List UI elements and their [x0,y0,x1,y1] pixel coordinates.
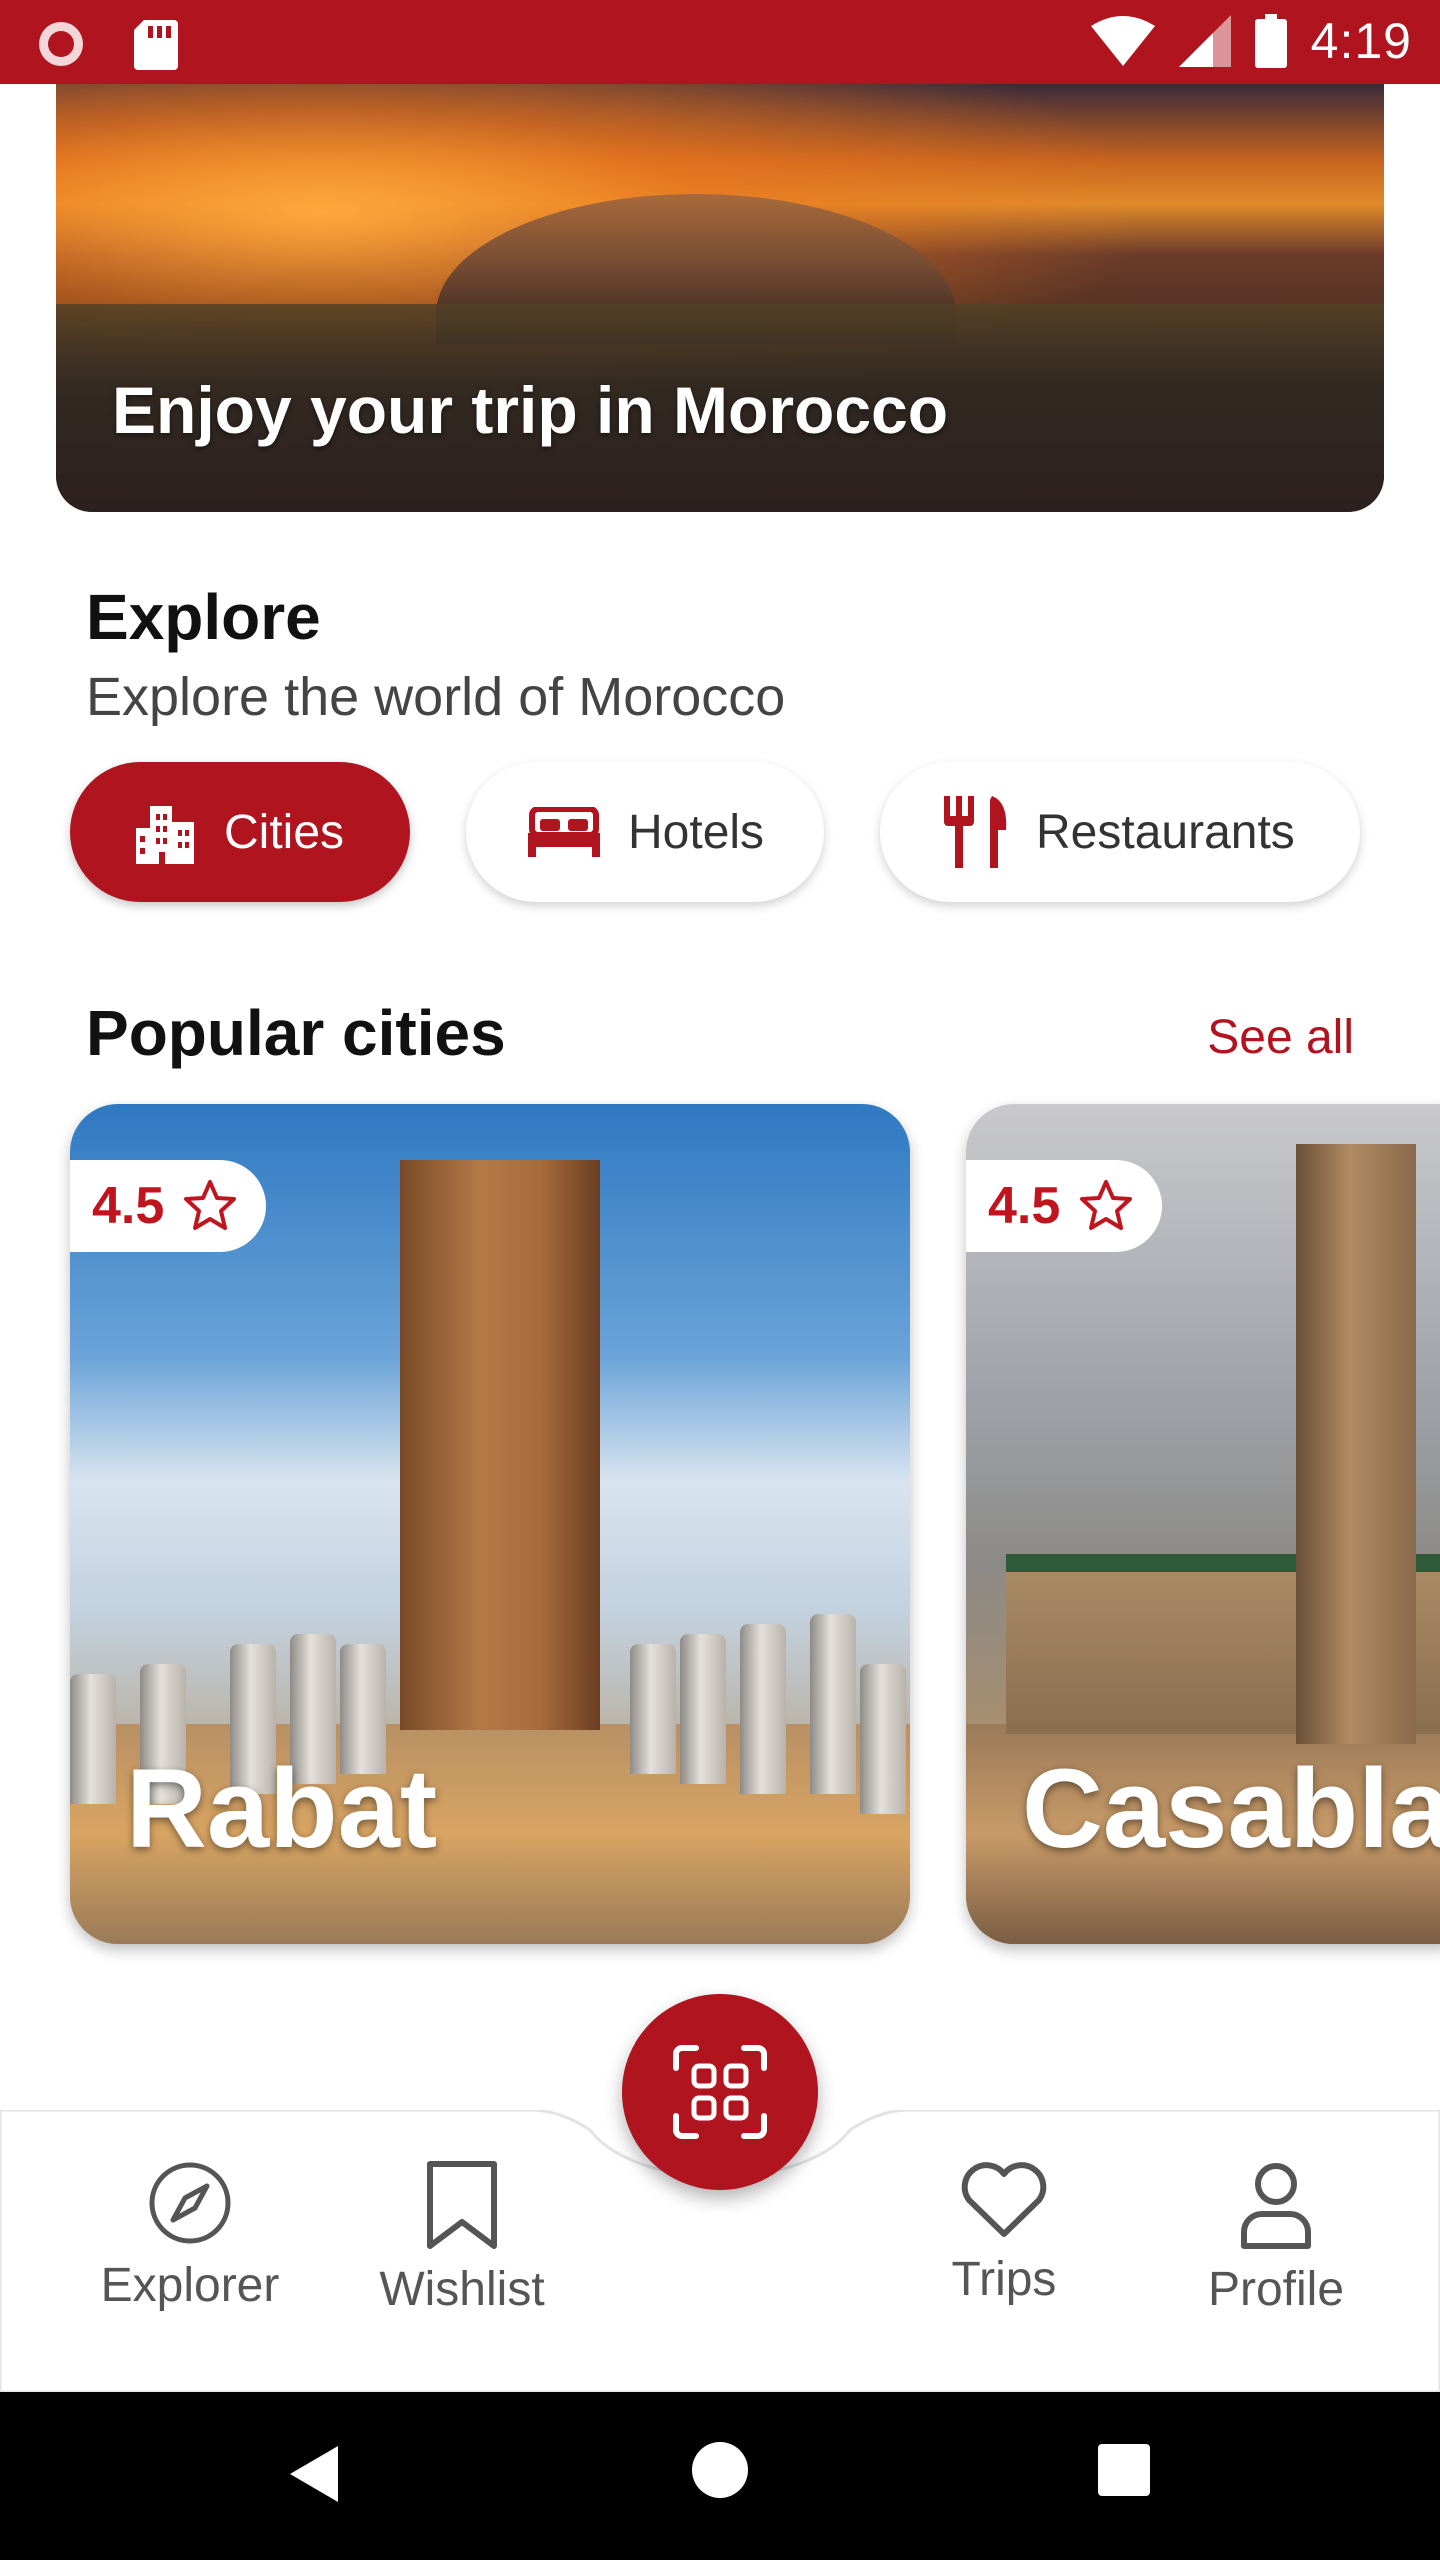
qr-scan-icon [673,2045,767,2139]
status-time: 4:19 [1310,13,1412,69]
nav-label: Trips [951,2253,1057,2306]
city-name: Casablanca [1022,1746,1440,1871]
sd-card-icon [134,20,178,70]
hero-title: Enjoy your trip in Morocco [112,373,949,447]
nav-label: Profile [1207,2263,1345,2316]
bed-icon [528,807,600,857]
city-card-casablanca[interactable]: 4.5 Casablanca [966,1104,1440,1944]
fork-knife-icon [944,796,1007,868]
popular-title: Popular cities [86,997,506,1069]
city-icon [136,806,194,864]
minaret [1296,1144,1416,1744]
nav-explorer[interactable]: Explorer [60,2160,320,2313]
chip-cities[interactable]: Cities [70,762,410,902]
star-icon [1080,1180,1133,1230]
star-icon [184,1180,237,1230]
chip-restaurants[interactable]: Restaurants [880,762,1360,902]
hero-banner[interactable]: Enjoy your trip in Morocco [56,84,1384,512]
chip-label: Hotels [628,805,765,859]
user-icon [1241,2163,1311,2249]
chip-label: Restaurants [1036,805,1295,859]
rating-badge: 4.5 [70,1160,266,1252]
rating-value: 4.5 [988,1177,1061,1235]
nav-profile[interactable]: Profile [1146,2160,1406,2317]
wifi-icon [1090,16,1155,66]
chip-label: Cities [224,805,345,859]
explore-subtitle: Explore the world of Morocco [86,667,786,727]
nav-wishlist[interactable]: Wishlist [332,2160,592,2317]
system-nav-bar [0,2392,1440,2560]
nav-trips[interactable]: Trips [874,2160,1134,2307]
hassan-tower [400,1160,600,1730]
battery-icon [1254,14,1287,68]
back-icon[interactable] [286,2442,342,2506]
scan-fab-button[interactable] [622,1994,818,2190]
chip-hotels[interactable]: Hotels [466,762,824,902]
rating-value: 4.5 [92,1177,165,1235]
nav-label: Wishlist [379,2263,545,2316]
signal-icon [1178,15,1231,67]
record-icon [39,22,83,66]
bookmark-icon [427,2161,497,2249]
city-name: Rabat [126,1746,438,1871]
compass-icon [149,2162,231,2244]
city-card-rabat[interactable]: 4.5 Rabat [70,1104,910,1944]
see-all-link[interactable]: See all [1207,1010,1354,1065]
rating-badge: 4.5 [966,1160,1162,1252]
nav-label: Explorer [100,2259,280,2312]
home-icon[interactable] [690,2440,750,2500]
status-bar: 4:19 [0,0,1440,84]
recents-icon[interactable] [1096,2442,1152,2498]
heart-icon [961,2162,1047,2237]
explore-title: Explore [86,581,321,653]
